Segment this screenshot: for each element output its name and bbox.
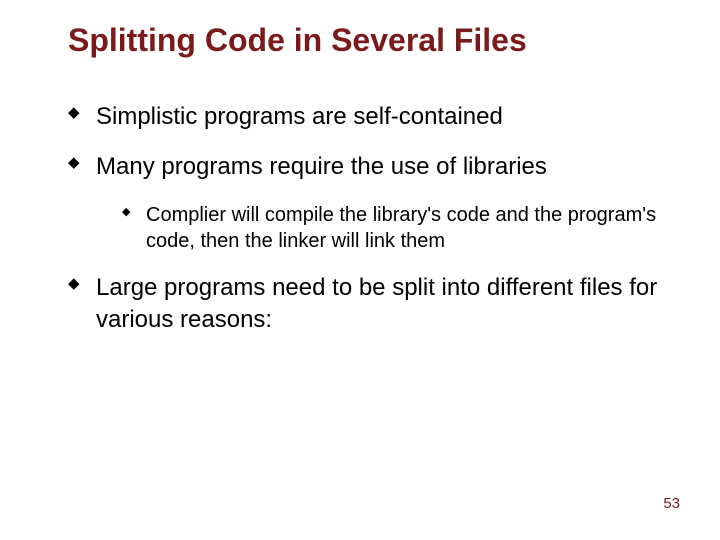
sub-bullet-text: Complier will compile the library's code… <box>146 204 656 252</box>
bullet-item: Simplistic programs are self-contained <box>68 101 670 133</box>
bullet-item: Many programs require the use of librari… <box>68 151 670 183</box>
page-number: 53 <box>663 495 680 512</box>
slide: Splitting Code in Several Files Simplist… <box>0 0 720 540</box>
bullet-text: Simplistic programs are self-contained <box>96 103 503 130</box>
slide-title: Splitting Code in Several Files <box>68 22 670 59</box>
bullet-text: Many programs require the use of librari… <box>96 153 547 180</box>
bullet-item: Large programs need to be split into dif… <box>68 272 670 337</box>
bullet-list: Simplistic programs are self-contained M… <box>68 101 670 337</box>
sub-bullet-item: Complier will compile the library's code… <box>122 202 670 254</box>
bullet-text: Large programs need to be split into dif… <box>96 274 657 333</box>
